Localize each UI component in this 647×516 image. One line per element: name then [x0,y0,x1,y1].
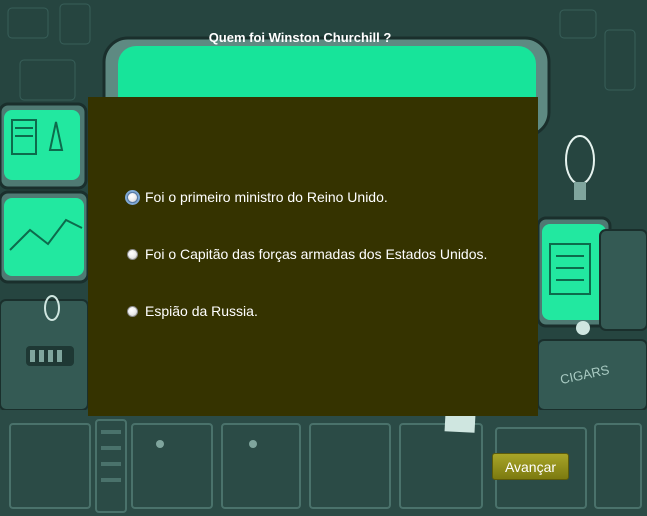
answer-option-2-label: Foi o Capitão das forças armadas dos Est… [145,246,488,262]
answer-option-1-radio[interactable] [127,191,138,203]
answer-option-3-radio[interactable] [127,305,138,317]
answer-option-2-radio[interactable] [127,248,138,260]
answer-option-3-label: Espião da Russia. [145,303,258,319]
answer-option-3[interactable]: Espião da Russia. [127,302,258,320]
question-title: Quem foi Winston Churchill ? [208,30,392,45]
next-button[interactable]: Avançar [492,453,569,480]
answer-option-1[interactable]: Foi o primeiro ministro do Reino Unido. [127,188,388,206]
answer-option-2[interactable]: Foi o Capitão das forças armadas dos Est… [127,245,487,263]
answer-panel: Foi o primeiro ministro do Reino Unido. … [88,97,538,416]
answer-option-1-label: Foi o primeiro ministro do Reino Unido. [145,189,388,205]
